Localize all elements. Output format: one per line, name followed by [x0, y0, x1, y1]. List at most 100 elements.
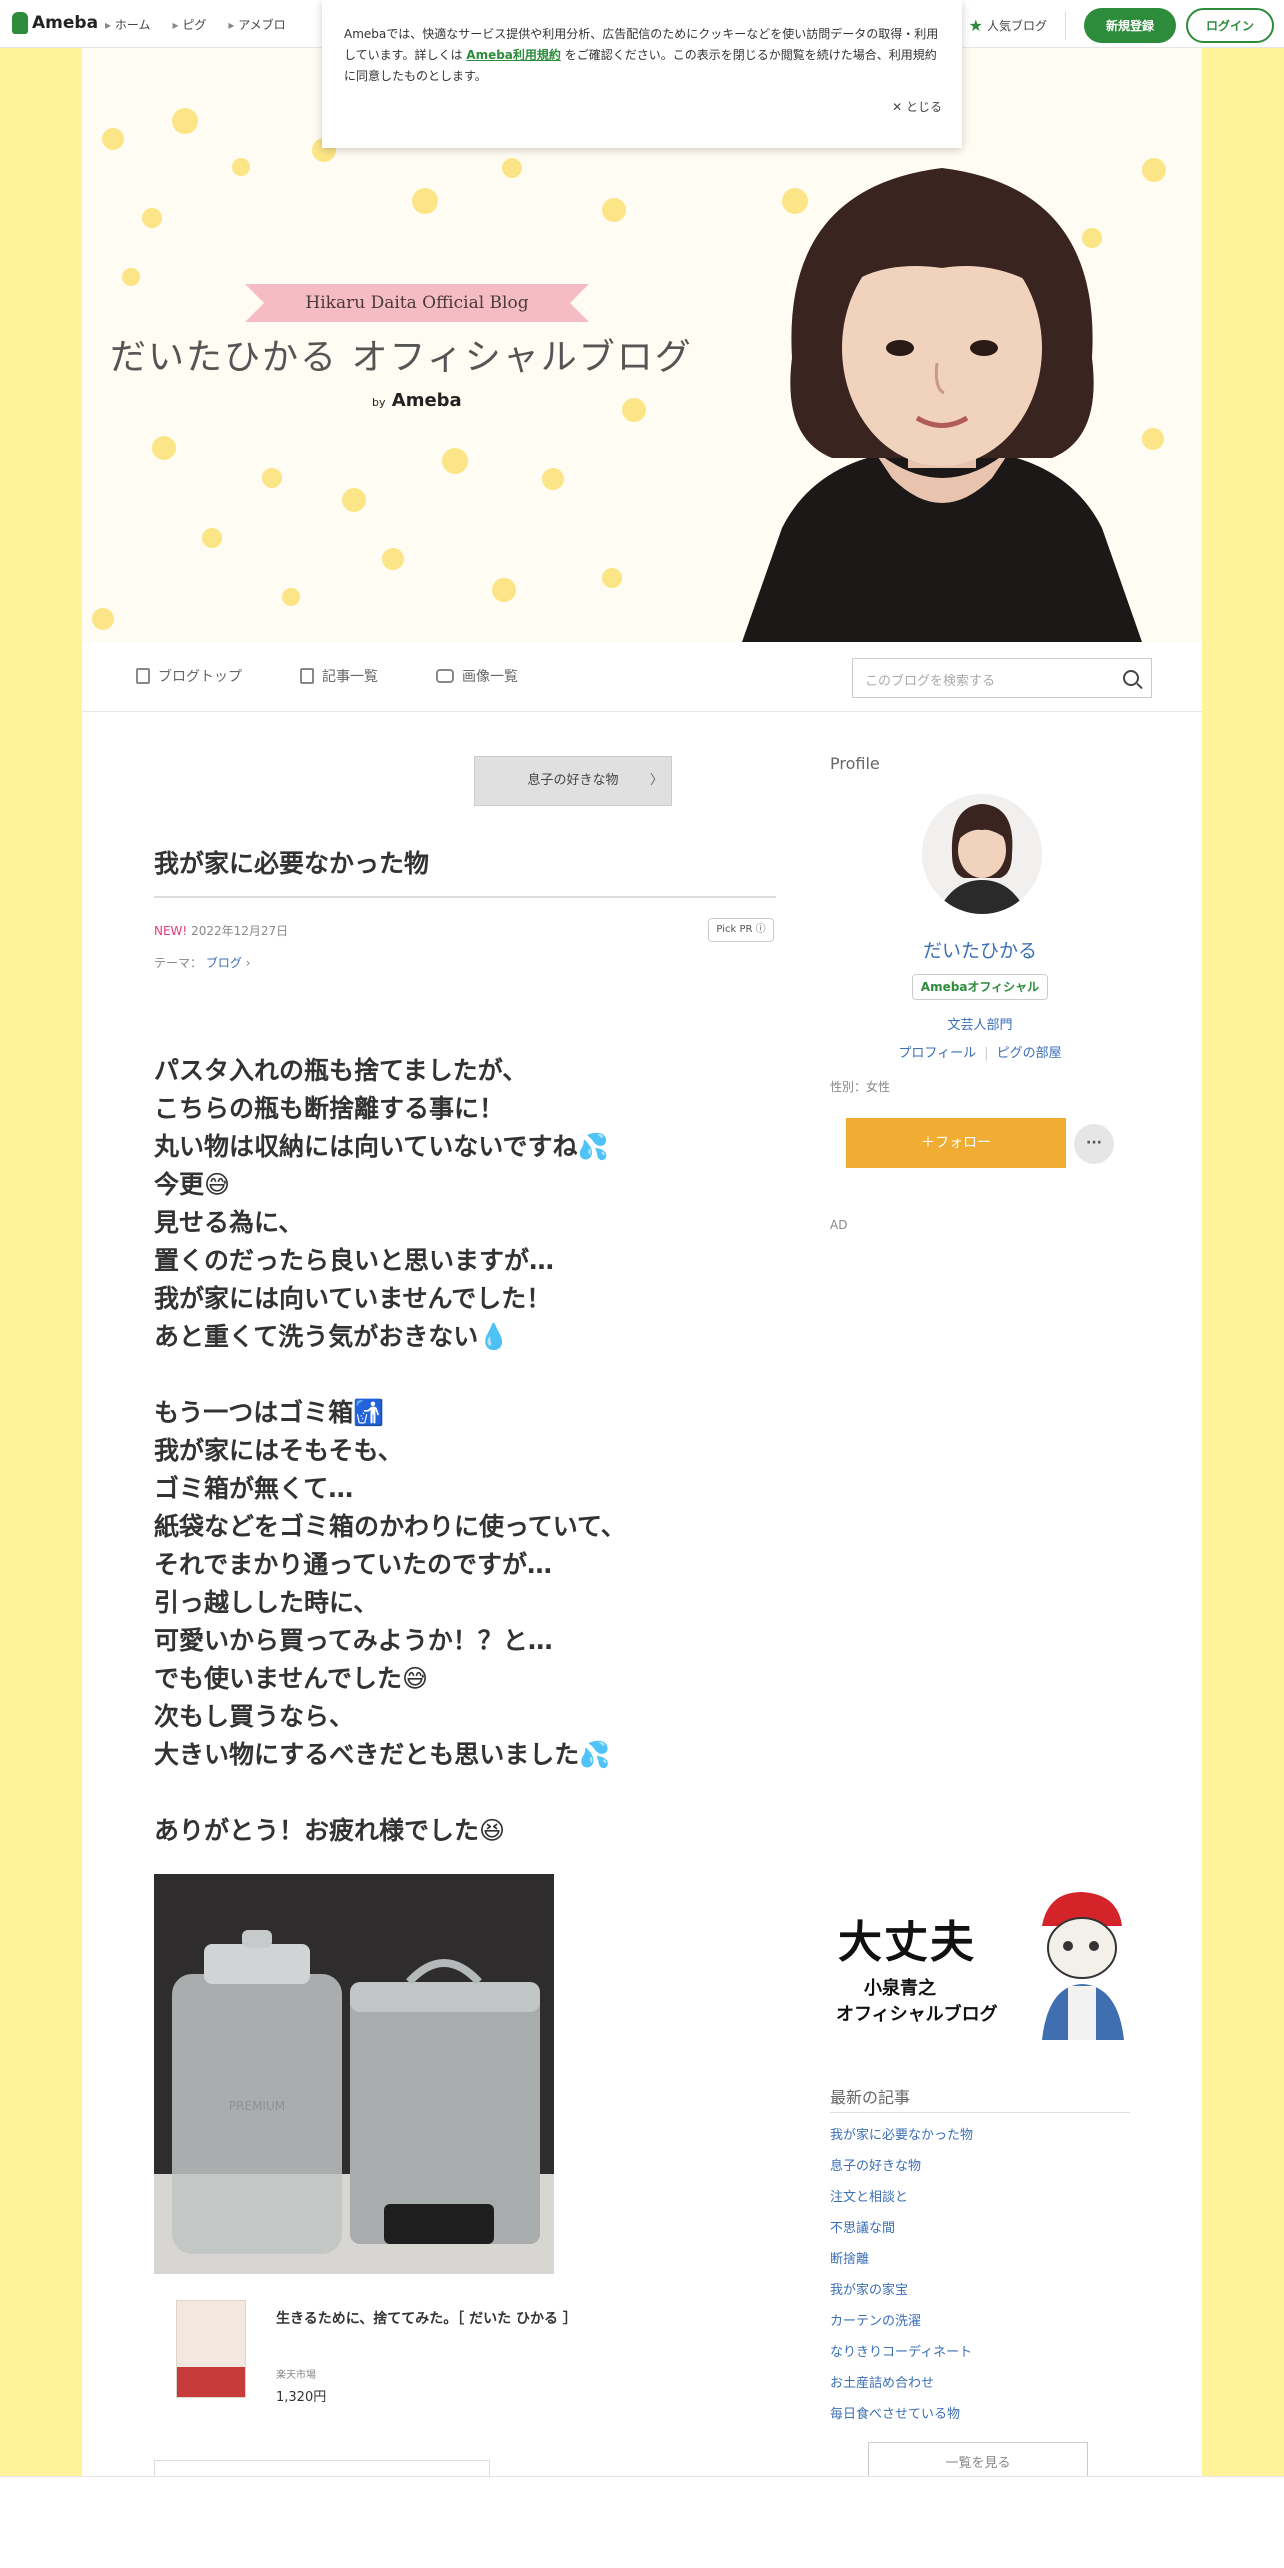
blog-nav: ブログトップ 記事一覧 画像一覧 このブログを検索する: [82, 642, 1202, 712]
blog-search-input[interactable]: このブログを検索する: [852, 658, 1152, 698]
body-line: もう一つはゴミ箱🚮: [154, 1398, 385, 1427]
article-title[interactable]: 我が家に必要なかった物: [154, 844, 429, 880]
theme-label: テーマ：: [154, 956, 203, 970]
banner-dot: [622, 398, 646, 422]
by-ameba: by Ameba: [372, 390, 462, 411]
product-card[interactable]: 生きるために、捨ててみた。［ だいた ひかる ］ 楽天市場 1,320円: [154, 2288, 604, 2418]
cookie-close-button[interactable]: ✕ とじる: [892, 97, 942, 118]
banner-dot: [602, 198, 626, 222]
more-options-button[interactable]: ···: [1074, 1124, 1114, 1164]
by-label: by: [372, 396, 386, 409]
image-list-link[interactable]: 画像一覧: [436, 666, 518, 686]
article-list-label: 記事一覧: [322, 669, 378, 685]
star-icon: ★: [968, 16, 983, 35]
banner-dot: [92, 608, 114, 630]
follow-button[interactable]: ＋フォロー: [846, 1118, 1066, 1168]
banner-dot: [542, 468, 564, 490]
recent-article-link[interactable]: 息子の好きな物: [830, 2157, 973, 2188]
body-line: あと重くて洗う気がおきない💧: [154, 1322, 510, 1351]
pick-pr-button[interactable]: Pick PR ⓘ: [708, 918, 774, 942]
nav-home[interactable]: ホーム: [105, 16, 151, 33]
recent-articles-list: 我が家に必要なかった物 息子の好きな物 注文と相談と 不思議な間 断捨離 我が家…: [830, 2126, 973, 2436]
title-divider: [154, 896, 776, 898]
body-line: 今更😅: [154, 1170, 231, 1199]
document-icon: [136, 668, 150, 684]
recent-divider: [830, 2112, 1130, 2113]
cookie-notice: Amebaでは、快適なサービス提供や利用分析、広告配信のためにクッキーなどを使い…: [322, 0, 962, 148]
ad-banner[interactable]: 大丈夫 小泉青之 オフィシャルブログ: [830, 1886, 1130, 2040]
avatar[interactable]: [922, 794, 1042, 914]
banner-dot: [382, 548, 404, 570]
link-separator: |: [984, 1046, 989, 1061]
banner-dot: [342, 488, 366, 512]
body-line: 我が家には向いていませんでした！: [154, 1284, 552, 1313]
previous-article-button[interactable]: 息子の好きな物: [474, 756, 672, 806]
banner-dot: [282, 588, 300, 606]
banner-dot: [142, 208, 162, 228]
global-nav: ホーム ピグ アメブロ: [105, 16, 286, 33]
article-photo[interactable]: PREMIUM: [154, 1874, 554, 2274]
category-link[interactable]: 文芸人部門: [830, 1014, 1130, 1033]
body-line: 引っ越しした時に、: [154, 1588, 379, 1617]
body-line: 可愛いから買ってみようか！？と…: [154, 1626, 553, 1655]
recent-article-link[interactable]: 注文と相談と: [830, 2188, 973, 2219]
blog-title: だいたひかる オフィシャルブログ: [110, 337, 693, 378]
blog-top-link[interactable]: ブログトップ: [136, 666, 242, 686]
recent-article-link[interactable]: お土産詰め合わせ: [830, 2374, 973, 2405]
official-badge[interactable]: Amebaオフィシャル: [912, 974, 1048, 1000]
gender-info: 性別：女性: [830, 1080, 891, 1094]
body-blank-line: [154, 1356, 626, 1394]
nav-ameblo[interactable]: アメブロ: [228, 16, 285, 33]
blog-subtitle-ribbon: Hikaru Daita Official Blog: [245, 284, 589, 322]
jar-label: PREMIUM: [229, 2099, 285, 2113]
recent-article-link[interactable]: なりきりコーディネート: [830, 2343, 973, 2374]
blog-top-label: ブログトップ: [158, 669, 242, 685]
recent-article-link[interactable]: 我が家に必要なかった物: [830, 2126, 973, 2157]
terms-link[interactable]: Ameba利用規約: [466, 48, 561, 62]
profile-link[interactable]: プロフィール: [898, 1046, 976, 1061]
banner-dot: [412, 188, 438, 214]
body-line: でも使いませんでした😅: [154, 1664, 429, 1693]
ameba-logo-icon: [12, 12, 28, 34]
blogger-portrait: [742, 168, 1142, 642]
banner-dot: [152, 436, 176, 460]
close-icon: ✕: [892, 100, 903, 114]
body-line: 見せる為に、: [154, 1208, 304, 1237]
recent-article-link[interactable]: カーテンの洗濯: [830, 2312, 973, 2343]
recent-article-link[interactable]: 不思議な間: [830, 2219, 973, 2250]
body-line: 丸い物は収納には向いていないですね💦: [154, 1132, 609, 1161]
body-line: それでまかり通っていたのですが…: [154, 1550, 553, 1579]
jar-and-trash-can-image: PREMIUM: [154, 1874, 554, 2274]
ameba-logo[interactable]: Ameba: [12, 12, 98, 34]
popular-blog-link[interactable]: ★ 人気ブログ: [969, 16, 1047, 35]
banner-dot: [202, 528, 222, 548]
blog-page: Hikaru Daita Official Blog だいたひかる オフィシャル…: [82, 48, 1202, 2568]
body-line: パスタ入れの瓶も捨てましたが、: [154, 1056, 528, 1085]
shop-name: 楽天市場: [276, 2370, 316, 2381]
nav-pigg[interactable]: ピグ: [172, 16, 206, 33]
theme-link[interactable]: ブログ: [206, 956, 242, 970]
register-button[interactable]: 新規登録: [1083, 8, 1176, 43]
banner-dot: [442, 448, 468, 474]
body-line: ありがとう！お疲れ様でした😆: [154, 1816, 506, 1845]
ameba-logo-text: Ameba: [32, 13, 99, 33]
popular-blog-label: 人気ブログ: [986, 19, 1047, 33]
body-line: 次もし買うなら、: [154, 1702, 355, 1731]
article-meta: NEW! 2022年12月27日: [154, 922, 288, 939]
body-line: 我が家にはそもそも、: [154, 1436, 403, 1465]
banner-dot: [502, 158, 522, 178]
login-button[interactable]: ログイン: [1185, 8, 1274, 43]
product-title[interactable]: 生きるために、捨ててみた。［ だいた ひかる ］: [276, 2308, 577, 2328]
recent-article-link[interactable]: 断捨離: [830, 2250, 973, 2281]
banner-dot: [232, 158, 250, 176]
body-blank-line: [154, 1774, 626, 1812]
article-list-link[interactable]: 記事一覧: [300, 666, 378, 686]
pigg-room-link[interactable]: ピグの部屋: [997, 1046, 1062, 1061]
search-icon[interactable]: [1123, 670, 1139, 686]
banner-dot: [122, 268, 140, 286]
article-date: 2022年12月27日: [191, 924, 289, 938]
recent-article-link[interactable]: 毎日食べさせている物: [830, 2405, 973, 2436]
recent-article-link[interactable]: 我が家の家宝: [830, 2281, 973, 2312]
header-actions: ★ 人気ブログ 新規登録 ログイン: [969, 8, 1274, 43]
blogger-name[interactable]: だいたひかる: [830, 936, 1130, 963]
